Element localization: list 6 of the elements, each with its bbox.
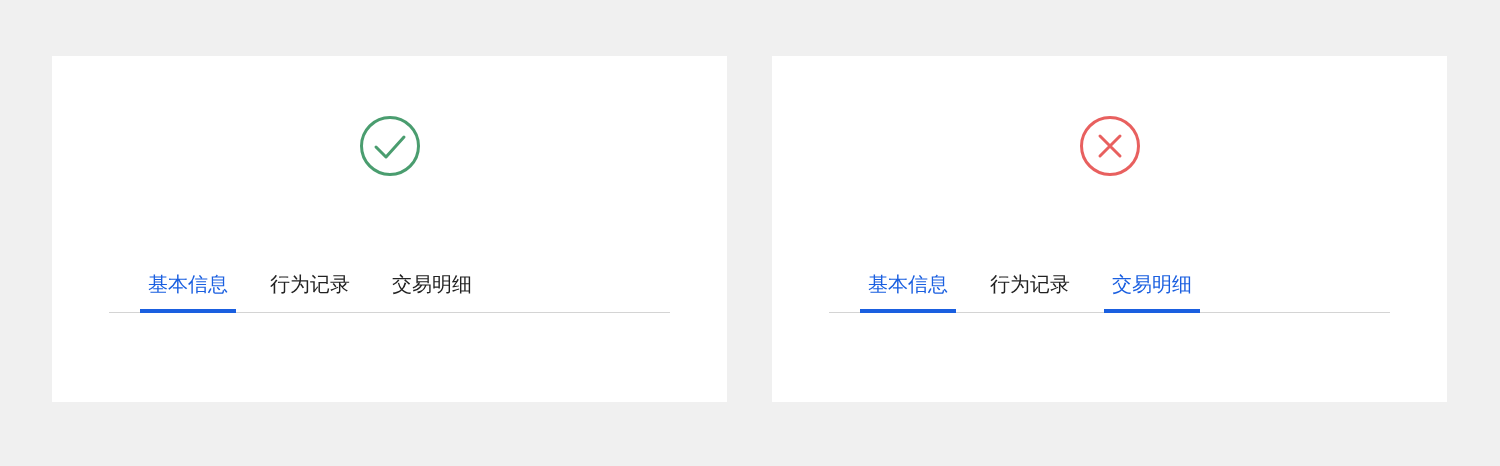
- tab[interactable]: 行为记录: [982, 270, 1078, 313]
- tab[interactable]: 交易明细: [384, 270, 480, 313]
- tab[interactable]: 行为记录: [262, 270, 358, 313]
- tab[interactable]: 基本信息: [860, 270, 956, 313]
- tab[interactable]: 交易明细: [1104, 270, 1200, 313]
- tab[interactable]: 基本信息: [140, 270, 236, 313]
